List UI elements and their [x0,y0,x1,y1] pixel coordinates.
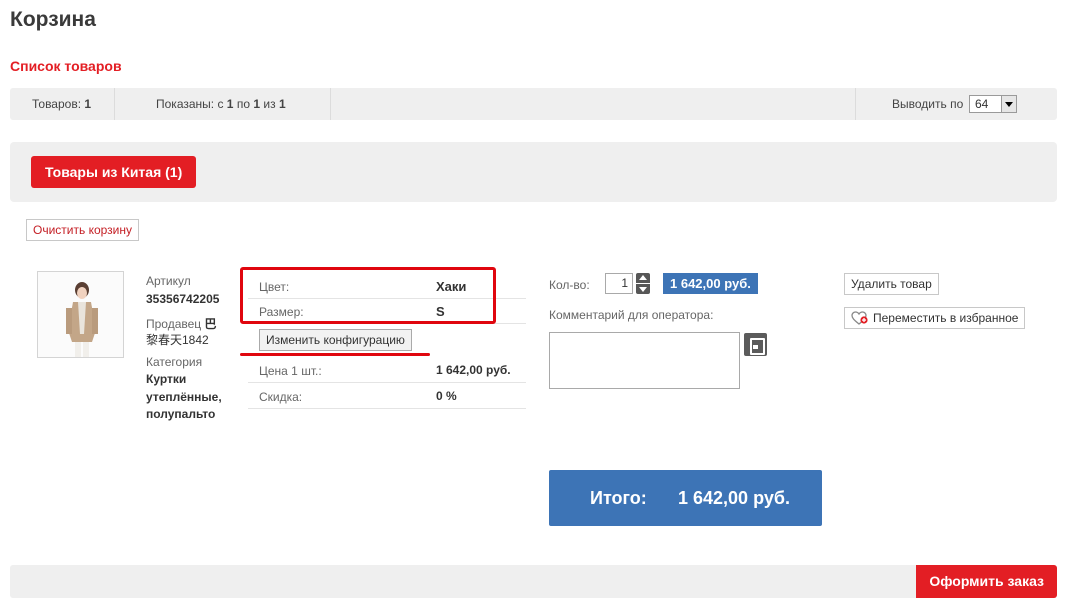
per-page-select[interactable]: 64 [969,95,1017,113]
bottom-bar: Оформить заказ [10,565,1057,598]
article-value[interactable]: 35356742205 [146,292,219,306]
shown-to-label: по [236,97,250,111]
category-label: Категория [146,355,203,369]
items-count-value: 1 [84,97,92,111]
per-page-value: 64 [975,97,989,111]
items-count: Товаров: 1 [32,88,91,120]
shown-to: 1 [253,97,261,111]
chevron-down-icon[interactable] [636,284,650,294]
tab-china-goods[interactable]: Товары из Китая (1) [31,156,197,188]
qty-input[interactable]: 1 [605,273,633,294]
discount-row: Скидка: 0 % [248,384,526,409]
tabs-bar: Товары из Китая (1) [10,142,1057,202]
pager-divider [330,88,331,120]
total-amount: 1 642,00 руб. [678,488,790,508]
highlight-underline [240,353,430,356]
change-config-button[interactable]: Изменить конфигурацию [259,329,412,351]
seller-label: Продавец [146,317,202,331]
seller-row: Продавец 巴 [146,315,217,332]
total-panel: Итого: 1 642,00 руб. [549,470,822,526]
category-line: утеплённые, [146,390,222,404]
page-title: Корзина [10,8,96,31]
pager-divider [855,88,856,120]
discount-key: Скидка: [259,390,303,404]
pager-bar: Товаров: 1 Показаны: с 1 по 1 из 1 Вывод… [10,88,1057,120]
shown-of-label: из [263,97,276,111]
price-row: Цена 1 шт.: 1 642,00 руб. [248,358,526,383]
shown-from: 1 [226,97,234,111]
chevron-up-icon[interactable] [636,273,650,283]
highlight-box [240,267,496,324]
product-image[interactable] [37,271,124,358]
clear-cart-button[interactable]: Очистить корзину [26,219,139,241]
category-line: полупальто [146,407,216,421]
per-page-label: Выводить по [892,97,964,111]
price-value: 1 642,00 руб. [436,363,511,377]
checkout-button[interactable]: Оформить заказ [916,565,1057,598]
remove-item-button[interactable]: Удалить товар [844,273,939,295]
seller-value-line2[interactable]: 黎春天1842 [146,331,209,348]
shown-total: 1 [278,97,286,111]
price-key: Цена 1 шт.: [259,364,322,378]
move-to-favorites-button[interactable]: Переместить в избранное [844,307,1026,329]
move-to-favorites-label: Переместить в избранное [873,311,1019,325]
pager-divider [114,88,115,120]
seller-value-line1[interactable]: 巴 [205,317,217,331]
product-photo [38,272,123,357]
shown-label: Показаны: с [156,97,224,111]
comment-label: Комментарий для оператора: [549,308,714,322]
items-count-label: Товаров: [32,97,82,111]
category-line: Куртки [146,372,187,386]
comment-field[interactable] [549,332,740,389]
qty-label: Кол-во: [549,278,590,292]
heart-icon [851,311,868,325]
discount-value: 0 % [436,389,457,403]
total-label: Итого: [590,488,647,508]
shown-range: Показаны: с 1 по 1 из 1 [156,88,286,120]
dropdown-arrow-icon[interactable] [1001,96,1016,112]
save-icon[interactable] [744,333,767,356]
section-title: Список товаров [10,58,122,74]
article-label: Артикул [146,274,191,288]
line-price-badge: 1 642,00 руб. [663,273,758,294]
